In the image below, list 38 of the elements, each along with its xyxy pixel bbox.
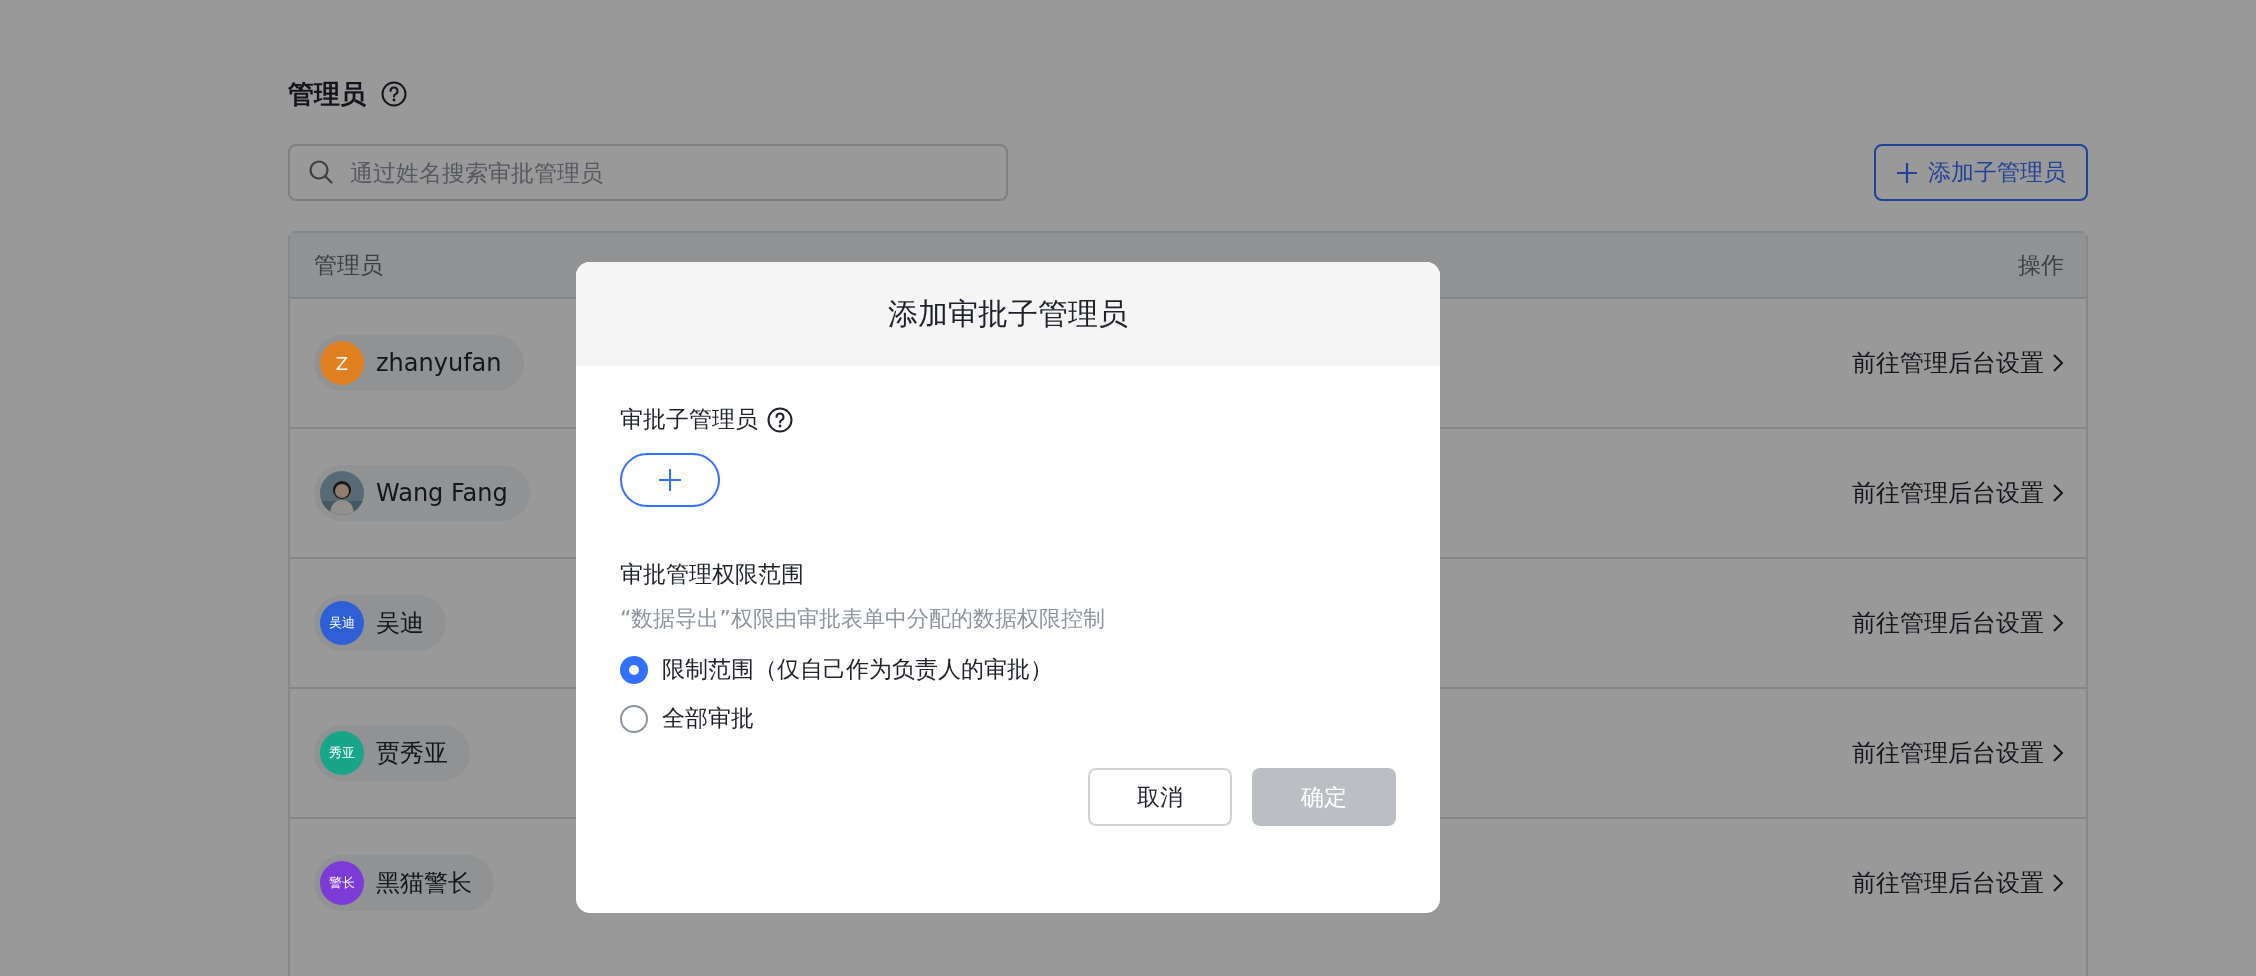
user-chip: Z zhanyufan: [314, 335, 524, 391]
column-header: 操作: [2018, 250, 2064, 280]
user-chip: 吴迪 吴迪: [314, 595, 446, 651]
avatar: 吴迪: [320, 601, 364, 645]
chevron-right-icon: [2052, 613, 2064, 633]
section-label: 审批管理权限范围: [620, 560, 805, 589]
user-chip: 秀亚 贾秀亚: [314, 725, 470, 781]
avatar: Z: [320, 341, 364, 385]
help-icon[interactable]: [380, 80, 408, 108]
chevron-right-icon: [2052, 743, 2064, 763]
plus-icon: [658, 468, 682, 492]
add-member-button[interactable]: [620, 453, 720, 507]
settings-link[interactable]: 前往管理后台设置: [1852, 347, 2044, 379]
settings-link[interactable]: 前往管理后台设置: [1852, 607, 2044, 639]
field-label: 审批子管理员: [620, 405, 758, 434]
help-icon[interactable]: [766, 405, 794, 434]
settings-link[interactable]: 前往管理后台设置: [1852, 737, 2044, 769]
chevron-right-icon: [2052, 873, 2064, 893]
page-title: 管理员: [288, 77, 366, 111]
radio-button[interactable]: [620, 655, 648, 684]
radio-label: 全部审批: [662, 704, 754, 733]
chevron-right-icon: [2052, 483, 2064, 503]
search-field[interactable]: 通过姓名搜索审批管理员: [288, 144, 1008, 201]
search-icon: [308, 159, 334, 185]
user-chip: 警长 黑猫警长: [314, 855, 494, 911]
settings-link[interactable]: 前往管理后台设置: [1852, 867, 2044, 899]
cancel-button[interactable]: 取消: [1088, 768, 1232, 826]
dialog-title: 添加审批子管理员: [888, 294, 1128, 333]
chevron-right-icon: [2052, 353, 2064, 373]
avatar: 警长: [320, 861, 364, 905]
radio-label: 限制范围（仅自己作为负责人的审批）: [662, 655, 1053, 684]
settings-link[interactable]: 前往管理后台设置: [1852, 477, 2044, 509]
avatar: 秀亚: [320, 731, 364, 775]
column-header: 管理员: [314, 250, 384, 280]
radio-button[interactable]: [620, 704, 648, 733]
plus-icon: [1896, 161, 1918, 184]
user-chip: Wang Fang: [314, 465, 530, 521]
hint-text: “数据导出”权限由审批表单中分配的数据权限控制: [620, 605, 1106, 633]
